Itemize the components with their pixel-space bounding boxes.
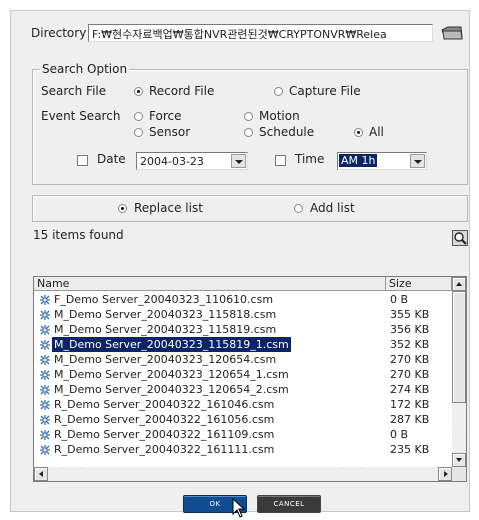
file-size-cell: 235 KB [390,443,430,456]
chevron-down-icon[interactable] [410,154,425,168]
search-file-label: Search File [41,84,107,98]
video-file-icon [40,400,50,410]
vertical-scrollbar[interactable] [452,277,466,467]
table-row[interactable]: M_Demo Server_20040323_120654_2.csm 274 K… [34,382,452,397]
scroll-corner [452,467,466,481]
date-label: Date [97,152,126,166]
file-name-cell: M_Demo Server_20040323_115819_1.csm [51,336,292,353]
name-column-header[interactable]: Name [34,277,386,291]
time-select[interactable]: AM 1h [337,152,427,170]
time-checkbox[interactable] [275,155,286,166]
video-file-icon [40,370,50,380]
all-radio[interactable] [354,128,363,137]
horizontal-scrollbar[interactable] [34,467,452,481]
schedule-radio[interactable] [244,128,253,137]
video-file-icon [40,415,50,425]
scroll-down-button[interactable] [452,453,466,467]
file-size-cell: 0 B [390,293,409,306]
file-name-cell: R_Demo Server_20040322_161109.csm [54,428,275,441]
directory-path-field[interactable]: F:₩현수자료백업₩통합NVR관련된것₩CRYPTONVR₩Relea [88,24,433,42]
file-name-cell: M_Demo Server_20040323_115818.csm [54,308,277,321]
video-file-icon [40,310,50,320]
directory-label: Directory : [31,26,95,40]
force-radio[interactable] [134,112,143,121]
scroll-right-button[interactable] [438,467,452,481]
all-label[interactable]: All [369,125,384,139]
file-name-cell: R_Demo Server_20040322_161056.csm [54,413,275,426]
table-row[interactable]: R_Demo Server_20040322_161046.csm 172 KB [34,397,452,412]
folder-open-icon[interactable] [441,25,463,41]
record-file-label[interactable]: Record File [149,84,214,98]
table-row[interactable]: M_Demo Server_20040323_115818.csm 355 KB [34,307,452,322]
file-size-cell: 270 KB [390,353,430,366]
file-name-cell: R_Demo Server_20040322_161111.csm [54,443,275,456]
list-mode-group [32,195,468,222]
results-count: 15 items found [33,228,124,242]
search-option-legend: Search Option [40,62,130,76]
table-row[interactable]: F_Demo Server_20040323_110610.csm 0 B [34,292,452,307]
replace-list-radio[interactable] [118,204,127,213]
cancel-button[interactable]: CANCEL [257,495,321,513]
capture-file-radio[interactable] [274,87,283,96]
file-size-cell: 270 KB [390,368,430,381]
video-file-icon [40,355,50,365]
file-size-cell: 355 KB [390,308,430,321]
time-label: Time [295,152,325,166]
video-file-icon [40,295,50,305]
file-name-cell: M_Demo Server_20040323_120654_2.csm [54,383,289,396]
sensor-label[interactable]: Sensor [149,125,190,139]
table-row[interactable]: R_Demo Server_20040322_161111.csm 235 KB [34,442,452,457]
chevron-down-icon[interactable] [231,154,246,168]
file-size-cell: 352 KB [390,338,430,351]
file-size-cell: 172 KB [390,398,430,411]
table-row[interactable]: M_Demo Server_20040323_120654_1.csm 270 K… [34,367,452,382]
date-value: 2004-03-23 [140,155,204,168]
table-row[interactable]: R_Demo Server_20040322_161056.csm 287 KB [34,412,452,427]
file-size-cell: 274 KB [390,383,430,396]
magnifier-icon[interactable] [452,230,468,246]
size-column-label: Size [389,277,412,290]
table-row[interactable]: M_Demo Server_20040323_115819_1.csm 352 K… [34,336,452,353]
time-value: AM 1h [339,154,378,167]
directory-path-text: F:₩현수자료백업₩통합NVR관련된것₩CRYPTONVR₩Relea [92,28,387,41]
capture-file-label[interactable]: Capture File [289,84,361,98]
file-list[interactable]: Name Size F_Demo Server_20040323_110610.… [33,276,467,482]
date-picker[interactable]: 2004-03-23 [136,152,248,170]
table-row[interactable]: M_Demo Server_20040323_120654.csm 270 KB [34,352,452,367]
file-name-cell: F_Demo Server_20040323_110610.csm [54,293,274,306]
table-row[interactable]: M_Demo Server_20040323_115819.csm 356 KB [34,322,452,337]
motion-label[interactable]: Motion [259,109,300,123]
add-list-label[interactable]: Add list [310,201,355,215]
video-file-icon [40,430,50,440]
scroll-up-button[interactable] [452,277,466,291]
video-file-icon [40,385,50,395]
force-label[interactable]: Force [149,109,181,123]
motion-radio[interactable] [244,112,253,121]
record-file-radio[interactable] [134,87,143,96]
size-column-header[interactable]: Size [386,277,452,291]
file-name-cell: M_Demo Server_20040323_115819.csm [54,323,277,336]
video-file-icon [40,445,50,455]
table-row[interactable]: R_Demo Server_20040322_161109.csm 0 B [34,427,452,442]
file-size-cell: 287 KB [390,413,430,426]
file-size-cell: 0 B [390,428,409,441]
date-checkbox[interactable] [77,155,88,166]
file-name-cell: M_Demo Server_20040323_120654.csm [54,353,277,366]
name-column-label: Name [37,277,70,290]
replace-list-label[interactable]: Replace list [134,201,203,215]
file-name-cell: R_Demo Server_20040322_161046.csm [54,398,275,411]
file-name-cell: M_Demo Server_20040323_120654_1.csm [54,368,289,381]
add-list-radio[interactable] [294,204,303,213]
scroll-left-button[interactable] [34,467,48,481]
sensor-radio[interactable] [134,128,143,137]
schedule-label[interactable]: Schedule [259,125,314,139]
event-search-label: Event Search [41,109,121,123]
file-size-cell: 356 KB [390,323,430,336]
video-file-icon [40,340,50,350]
mouse-cursor-icon [232,498,246,518]
video-file-icon [40,325,50,335]
scroll-thumb[interactable] [452,291,466,403]
